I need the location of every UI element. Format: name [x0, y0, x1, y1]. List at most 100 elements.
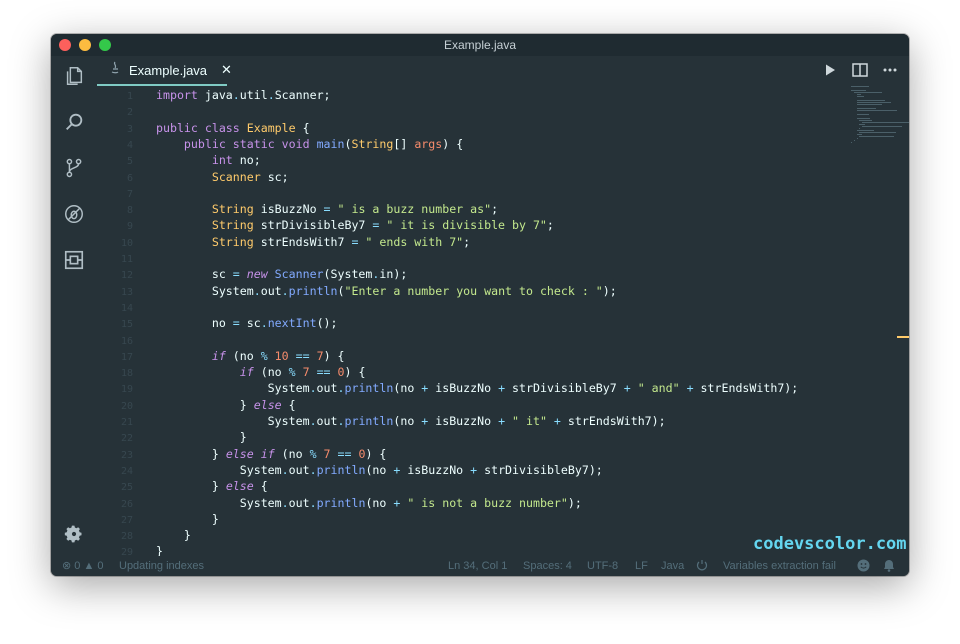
tab-example-java[interactable]: Example.java ✕ — [97, 56, 232, 86]
tab-close-icon[interactable]: ✕ — [221, 62, 232, 78]
minimap-line — [856, 130, 875, 131]
code-token: " is a buzz number as" — [330, 202, 492, 217]
code-token: == — [330, 446, 352, 461]
code-line[interactable]: 17 if (no % 10 == 7) { — [97, 348, 797, 364]
code-line[interactable]: 8 String isBuzzNo = " is a buzz number a… — [97, 201, 797, 217]
debug-icon[interactable] — [62, 202, 86, 226]
code-token: int — [211, 153, 233, 168]
split-editor-icon[interactable] — [851, 61, 869, 79]
code-token: ) { — [365, 446, 387, 461]
end-of-line[interactable]: LF — [635, 559, 648, 573]
language-mode[interactable]: Java — [661, 559, 684, 573]
more-actions-icon[interactable] — [881, 61, 899, 79]
code-line[interactable]: 4 public static void main(String[] args)… — [97, 136, 797, 152]
code-editor[interactable]: 1 import java.util.Scanner; 2 3 public class… — [97, 86, 909, 558]
code-line[interactable]: 19 System.out.println(no + isBuzzNo + st… — [97, 380, 798, 396]
code-line[interactable]: 15 no = sc.nextInt(); — [97, 315, 797, 331]
code-line[interactable]: 12 sc = new Scanner(System.in); — [97, 266, 797, 282]
code-line[interactable]: 10 String strEndsWith7 = " ends with 7"; — [97, 234, 797, 250]
notifications-bell-icon[interactable] — [883, 559, 895, 573]
code-line[interactable]: 3 public class Example { — [97, 120, 797, 136]
code-line[interactable]: 13 System.out.println("Enter a number yo… — [97, 283, 797, 299]
code-token: isBuzzNo — [428, 414, 499, 428]
problems-indicator[interactable]: ⊗ 0 ▲ 0 — [62, 559, 104, 573]
code-token: isBuzzNo — [253, 202, 324, 217]
code-line[interactable]: 26 System.out.println(no + " is not a bu… — [97, 495, 797, 511]
close-window-button[interactable] — [59, 39, 71, 51]
code-token: { — [295, 120, 310, 135]
minimap-line — [856, 100, 886, 101]
code-token: new — [239, 267, 268, 282]
code-token: (System — [323, 267, 373, 282]
code-token: " is not a buzz number" — [400, 495, 568, 510]
code-token: strEndsWith7 — [253, 234, 352, 249]
code-token: } — [156, 528, 191, 543]
code-token: = — [232, 316, 240, 331]
cursor-position[interactable]: Ln 34, Col 1 — [448, 559, 507, 573]
code-line[interactable]: 2 — [97, 103, 797, 119]
code-token: java — [197, 88, 233, 102]
code-token: == — [309, 365, 331, 380]
code-token: if — [253, 446, 275, 461]
line-code: no = sc.nextInt(); — [156, 315, 338, 331]
line-code: } else { — [156, 397, 296, 413]
code-line[interactable]: 24 System.out.println(no + isBuzzNo + st… — [97, 462, 797, 478]
code-line[interactable]: 20 } else { — [97, 397, 797, 413]
code-token: System — [156, 381, 310, 396]
code-token: } — [156, 430, 247, 445]
code-line[interactable]: 22 } — [97, 429, 797, 445]
line-code: Scanner sc; — [156, 169, 289, 185]
code-token: } — [156, 511, 219, 526]
code-line[interactable]: 5 int no; — [97, 152, 797, 168]
code-line[interactable]: 11 — [97, 250, 797, 266]
code-line[interactable]: 28 } — [97, 527, 797, 543]
minimap-line — [856, 114, 870, 115]
code-line[interactable]: 14 — [97, 299, 797, 315]
code-token: println — [344, 381, 394, 396]
code-line[interactable]: 21 System.out.println(no + isBuzzNo + " … — [97, 413, 797, 429]
code-token: ) { — [323, 348, 345, 363]
code-token: . — [260, 316, 268, 331]
tab-bar: Example.java ✕ — [97, 56, 909, 86]
code-token: (no — [274, 446, 310, 461]
line-code: } else if (no % 7 == 0) { — [156, 446, 387, 462]
code-token: out — [288, 462, 310, 477]
task-status: Updating indexes — [119, 560, 205, 572]
minimize-window-button[interactable] — [79, 39, 91, 51]
extensions-icon[interactable] — [62, 248, 86, 272]
explorer-icon[interactable] — [62, 64, 86, 88]
error-count: 0 — [74, 560, 81, 572]
run-icon[interactable] — [821, 61, 839, 79]
minimap-line — [853, 140, 855, 141]
feedback-smiley-icon[interactable] — [857, 559, 870, 573]
settings-gear-icon[interactable] — [62, 522, 86, 546]
code-line[interactable]: 23 } else if (no % 7 == 0) { — [97, 446, 797, 462]
code-line[interactable]: 27 } — [97, 511, 797, 527]
code-token: util — [239, 88, 268, 102]
code-line[interactable]: 25 } else { — [97, 478, 797, 494]
code-line[interactable]: 9 String strDivisibleBy7 = " it is divis… — [97, 217, 797, 233]
minimap-line — [856, 108, 877, 109]
zoom-window-button[interactable] — [99, 39, 111, 51]
source-control-icon[interactable] — [62, 156, 86, 180]
code-token: System — [156, 462, 282, 477]
minimap[interactable] — [851, 86, 909, 146]
tab-label: Example.java — [129, 62, 208, 78]
extraction-status[interactable]: Variables extraction fail — [723, 559, 836, 573]
line-code: import java.util.Scanner; — [156, 87, 331, 103]
code-line[interactable]: 18 if (no % 7 == 0) { — [97, 364, 797, 380]
code-line[interactable]: 6 Scanner sc; — [97, 169, 797, 185]
code-token: Scanner — [211, 169, 261, 184]
code-line[interactable]: 16 — [97, 332, 797, 348]
code-line[interactable]: 1 import java.util.Scanner; — [97, 87, 797, 103]
sync-icon[interactable] — [696, 559, 708, 573]
indentation[interactable]: Spaces: 4 — [523, 559, 572, 573]
minimap-line — [851, 86, 869, 87]
code-line[interactable]: 7 — [97, 185, 797, 201]
scrollbar-marker[interactable] — [897, 336, 909, 338]
code-token: String — [211, 218, 254, 233]
minimap-line — [856, 134, 863, 135]
encoding[interactable]: UTF-8 — [587, 559, 618, 573]
search-icon[interactable] — [62, 110, 86, 134]
